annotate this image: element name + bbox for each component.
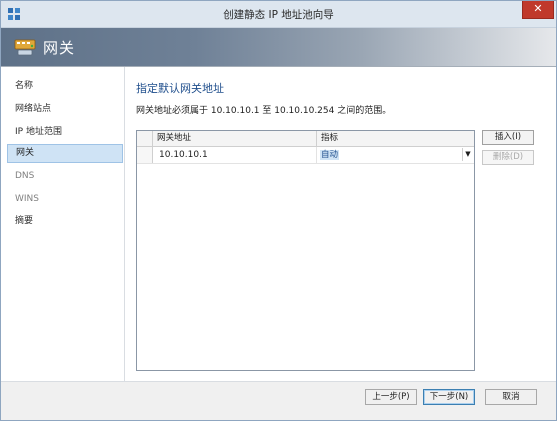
main-panel: 指定默认网关地址 网关地址必须属于 10.10.10.1 至 10.10.10.… [125,67,556,381]
close-icon: ✕ [533,2,543,15]
sidebar-item-network-site[interactable]: 网络站点 [7,100,123,119]
chevron-down-icon[interactable]: ▼ [462,148,473,161]
gateway-grid[interactable]: 网关地址 指标 10.10.10.1 自动 ▼ [136,130,475,371]
sidebar-item-dns[interactable]: DNS [7,167,123,186]
metric-select[interactable]: 自动 ▼ [317,147,474,163]
cancel-button[interactable]: 取消 [485,389,537,405]
sidebar-item-gateway[interactable]: 网关 [7,144,123,163]
table-row[interactable]: 10.10.10.1 自动 ▼ [137,147,474,164]
window-title: 创建静态 IP 地址池向导 [223,9,334,21]
page-title: 指定默认网关地址 [136,82,224,95]
delete-button[interactable]: 删除(D) [482,150,534,165]
insert-button[interactable]: 插入(I) [482,130,534,145]
row-selector[interactable] [137,147,153,163]
column-header-metric[interactable]: 指标 [317,131,474,146]
wizard-footer: 上一步(P) 下一步(N) 取消 [1,381,556,420]
grid-header: 网关地址 指标 [137,131,474,147]
network-pool-icon [14,39,36,56]
wizard-window: 创建静态 IP 地址池向导 ✕ 网关 名称 网络站点 IP 地址范围 网关 DN… [0,0,557,421]
column-header-gateway[interactable]: 网关地址 [153,131,317,146]
next-button[interactable]: 下一步(N) [423,389,475,405]
metric-value: 自动 [320,150,340,160]
sidebar-item-name[interactable]: 名称 [7,77,123,96]
gateway-address-cell[interactable]: 10.10.10.1 [153,147,317,163]
sidebar-item-summary[interactable]: 摘要 [7,212,123,231]
wizard-banner: 网关 [1,28,556,67]
sidebar-item-ip-range[interactable]: IP 地址范围 [7,123,123,142]
sidebar-item-wins[interactable]: WINS [7,190,123,209]
row-header-corner [137,131,153,146]
wizard-steps-sidebar: 名称 网络站点 IP 地址范围 网关 DNS WINS 摘要 [1,67,125,381]
title-bar[interactable]: 创建静态 IP 地址池向导 ✕ [1,1,556,28]
close-button[interactable]: ✕ [522,1,554,19]
banner-title: 网关 [43,39,76,57]
page-description: 网关地址必须属于 10.10.10.1 至 10.10.10.254 之间的范围… [136,106,392,116]
previous-button[interactable]: 上一步(P) [365,389,417,405]
